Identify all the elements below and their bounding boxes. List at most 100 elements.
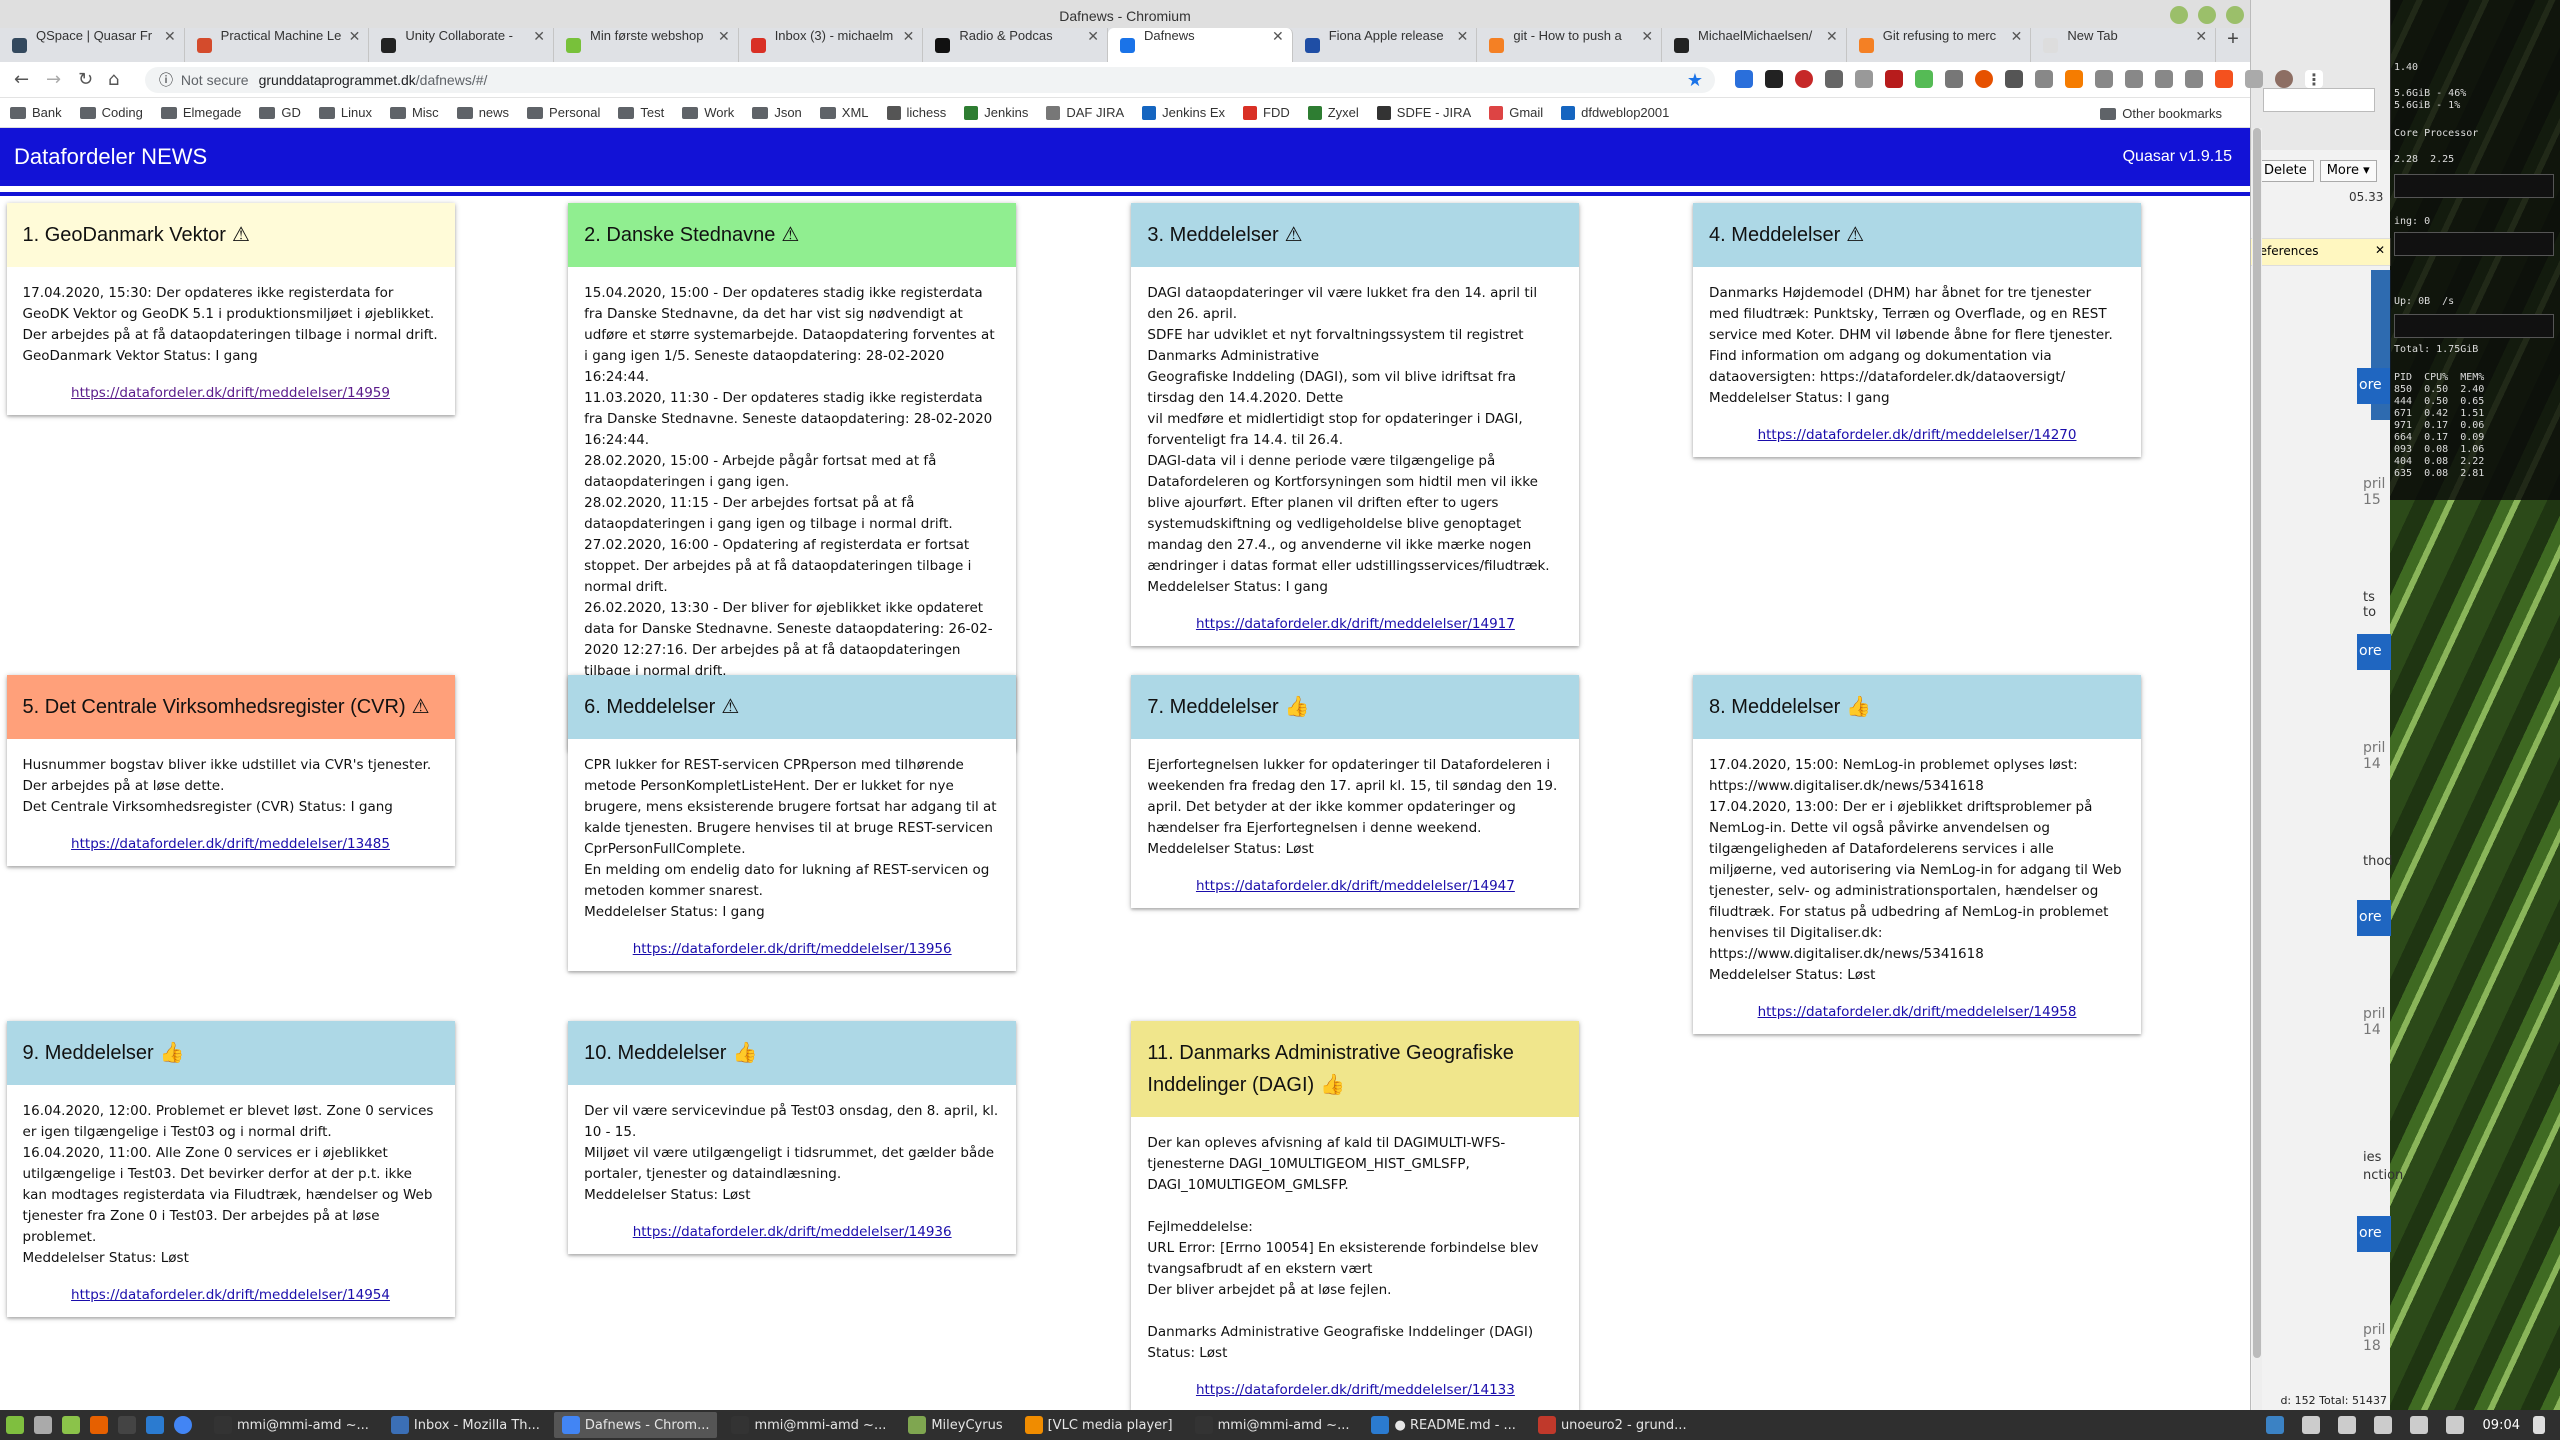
extension-icon[interactable] [2245, 70, 2263, 88]
network-icon[interactable] [2337, 1416, 2356, 1434]
bookmark-news[interactable]: news [456, 105, 509, 120]
extension-icon[interactable] [1855, 70, 1873, 88]
taskbar-window-button[interactable]: mmi@mmi-amd ~... [206, 1412, 377, 1438]
bookmark-star-icon[interactable]: ★ [1687, 67, 1703, 93]
home-icon[interactable]: ⌂ [108, 69, 119, 90]
reload-icon[interactable]: ↻ [78, 69, 93, 90]
taskbar-window-button[interactable]: Inbox - Mozilla Th... [383, 1412, 548, 1438]
extension-icon[interactable] [1795, 70, 1813, 88]
bookmark-gmail[interactable]: Gmail [1489, 105, 1543, 120]
bookmark-test[interactable]: Test [618, 105, 664, 120]
card-link[interactable]: https://datafordeler.dk/drift/meddelelse… [633, 1224, 952, 1240]
bookmark-jenkins-ex[interactable]: Jenkins Ex [1142, 105, 1225, 120]
close-button[interactable] [2226, 6, 2244, 24]
maximize-button[interactable] [2198, 6, 2216, 24]
bookmark-gd[interactable]: GD [259, 105, 301, 120]
info-icon[interactable]: ⓘ [159, 72, 173, 88]
terminal-icon[interactable] [118, 1416, 136, 1434]
close-tab-icon[interactable]: ✕ [2011, 28, 2023, 45]
card-link[interactable]: https://datafordeler.dk/drift/meddelelse… [1758, 427, 2077, 443]
browser-tab[interactable]: QSpace | Quasar Fr ✕ [0, 28, 185, 62]
browser-tab[interactable]: New Tab ✕ [2031, 28, 2217, 62]
close-icon[interactable]: ✕ [2375, 243, 2385, 257]
bookmark-lichess[interactable]: lichess [886, 105, 946, 120]
other-bookmarks[interactable]: Other bookmarks [2100, 106, 2222, 121]
bookmark-jenkins[interactable]: Jenkins [964, 105, 1028, 120]
browser-tab[interactable]: Radio & Podcas ✕ [923, 28, 1109, 62]
bookmark-dfdweblop2001[interactable]: dfdweblop2001 [1561, 105, 1669, 120]
extension-icon[interactable] [1825, 70, 1843, 88]
close-tab-icon[interactable]: ✕ [1457, 28, 1469, 45]
more-button[interactable]: ore [2357, 634, 2391, 670]
close-tab-icon[interactable]: ✕ [1272, 28, 1284, 45]
bookmark-elmegade[interactable]: Elmegade [160, 105, 241, 120]
music-icon[interactable] [2533, 1416, 2545, 1434]
address-bar[interactable]: ⓘ Not secure grunddataprogrammet.dk/dafne… [145, 67, 1715, 93]
close-tab-icon[interactable]: ✕ [533, 28, 545, 45]
more-button[interactable]: ore [2357, 1216, 2391, 1252]
files-icon[interactable] [62, 1416, 80, 1434]
chromium-icon[interactable] [174, 1416, 192, 1434]
card-link[interactable]: https://datafordeler.dk/drift/meddelelse… [1196, 878, 1515, 894]
card-link[interactable]: https://datafordeler.dk/drift/meddelelse… [71, 385, 390, 401]
tray-icon[interactable] [2265, 1416, 2284, 1434]
card-link[interactable]: https://datafordeler.dk/drift/meddelelse… [1758, 1004, 2077, 1020]
extension-icon[interactable] [2215, 70, 2233, 88]
bookmark-linux[interactable]: Linux [318, 105, 372, 120]
close-tab-icon[interactable]: ✕ [1641, 28, 1653, 45]
card-link[interactable]: https://datafordeler.dk/drift/meddelelse… [1196, 616, 1515, 632]
browser-tab[interactable]: Git refusing to merc ✕ [1847, 28, 2032, 62]
taskbar-window-button[interactable]: [VLC media player] [1017, 1412, 1181, 1438]
bookmark-misc[interactable]: Misc [389, 105, 439, 120]
shield-icon[interactable] [2301, 1416, 2320, 1434]
extension-icon[interactable] [2125, 70, 2143, 88]
more-button[interactable]: ore [2357, 368, 2391, 404]
browser-tab[interactable]: MichaelMichaelsen/ ✕ [1662, 28, 1847, 62]
browser-tab[interactable]: git - How to push a ✕ [1477, 28, 1663, 62]
extension-icon[interactable] [2035, 70, 2053, 88]
browser-tab[interactable]: Min første webshop ✕ [554, 28, 739, 62]
minimize-button[interactable] [2170, 6, 2188, 24]
bookmark-json[interactable]: Json [752, 105, 802, 120]
delete-button[interactable]: Delete [2257, 160, 2314, 182]
extension-icon[interactable] [2155, 70, 2173, 88]
firefox-icon[interactable] [90, 1416, 108, 1434]
vscode-icon[interactable] [146, 1416, 164, 1434]
close-tab-icon[interactable]: ✕ [349, 28, 361, 45]
avatar[interactable] [2275, 70, 2293, 88]
browser-tab[interactable]: Practical Machine Le ✕ [185, 28, 370, 62]
menu-icon[interactable] [6, 1416, 24, 1434]
bookmark-sdfe-jira[interactable]: SDFE - JIRA [1376, 105, 1471, 120]
clock[interactable]: 09:04 [2483, 1418, 2520, 1433]
bg-window-search[interactable] [2263, 88, 2375, 112]
extension-icon[interactable] [1765, 70, 1783, 88]
kebab-menu-icon[interactable]: ⋮ [2305, 70, 2323, 89]
more-dropdown[interactable]: More ▾ [2319, 160, 2377, 182]
close-tab-icon[interactable]: ✕ [1087, 28, 1099, 45]
bookmark-daf-jira[interactable]: DAF JIRA [1046, 105, 1124, 120]
browser-tab[interactable]: Inbox (3) - michaelm ✕ [739, 28, 924, 62]
taskbar-window-button[interactable]: Dafnews - Chrom... [553, 1412, 718, 1438]
back-icon[interactable]: ← [14, 69, 29, 90]
card-link[interactable]: https://datafordeler.dk/drift/meddelelse… [71, 1287, 390, 1303]
bookmark-coding[interactable]: Coding [79, 105, 143, 120]
extension-icon[interactable] [1975, 70, 1993, 88]
close-tab-icon[interactable]: ✕ [903, 28, 915, 45]
card-link[interactable]: https://datafordeler.dk/drift/meddelelse… [71, 836, 390, 852]
browser-tab[interactable]: Fiona Apple release ✕ [1293, 28, 1478, 62]
page-scrollbar[interactable] [2252, 128, 2262, 1410]
volume-icon[interactable] [2409, 1416, 2428, 1434]
more-button[interactable]: ore [2357, 900, 2391, 936]
close-tab-icon[interactable]: ✕ [2195, 28, 2207, 45]
battery-icon[interactable] [2445, 1416, 2464, 1434]
bluetooth-icon[interactable] [2373, 1416, 2392, 1434]
new-tab-button[interactable]: + [2216, 28, 2250, 62]
browser-tab[interactable]: Dafnews ✕ [1108, 28, 1293, 62]
bookmark-work[interactable]: Work [682, 105, 734, 120]
taskbar-window-button[interactable]: ● README.md - ... [1363, 1412, 1523, 1438]
bookmark-personal[interactable]: Personal [527, 105, 600, 120]
browser-tab[interactable]: Unity Collaborate - ✕ [369, 28, 555, 62]
close-tab-icon[interactable]: ✕ [164, 28, 176, 45]
extension-icon[interactable] [2185, 70, 2203, 88]
shield-icon[interactable] [1885, 70, 1903, 88]
